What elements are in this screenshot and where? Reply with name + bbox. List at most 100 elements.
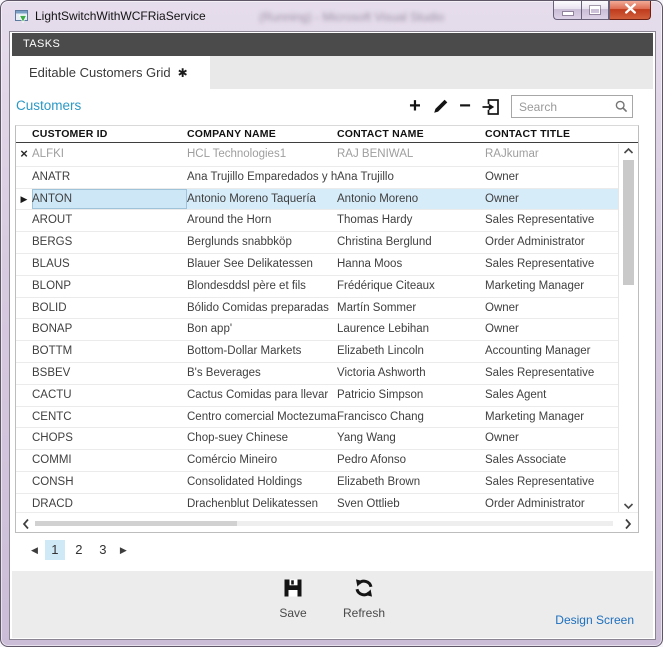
cell-customer-id[interactable]: ANTON	[32, 189, 187, 210]
cell-contact-title[interactable]: Sales Associate	[485, 450, 618, 471]
scroll-right-button[interactable]	[624, 517, 632, 535]
cell-contact-title[interactable]: Owner	[485, 167, 618, 188]
cell-company-name[interactable]: Ana Trujillo Emparedados y he	[187, 167, 337, 188]
cell-company-name[interactable]: Comércio Mineiro	[187, 450, 337, 471]
cell-customer-id[interactable]: ALFKI	[32, 144, 187, 166]
cell-customer-id[interactable]: DRACD	[32, 494, 187, 512]
cell-customer-id[interactable]: CHOPS	[32, 428, 187, 449]
cell-company-name[interactable]: Cactus Comidas para llevar	[187, 385, 337, 406]
cell-company-name[interactable]: Around the Horn	[187, 210, 337, 231]
cell-contact-title[interactable]: Owner	[485, 298, 618, 319]
add-row-button[interactable]: +	[404, 96, 426, 118]
cell-contact-name[interactable]: Thomas Hardy	[337, 210, 485, 231]
cell-customer-id[interactable]: BLAUS	[32, 254, 187, 275]
cell-company-name[interactable]: HCL Technologies1	[187, 144, 337, 166]
page-button[interactable]: 2	[69, 540, 89, 560]
table-row[interactable]: × ALFKI HCL Technologies1 RAJ BENIWAL RA…	[16, 144, 618, 166]
horizontal-scrollbar[interactable]	[16, 512, 638, 532]
refresh-button[interactable]: Refresh	[335, 577, 393, 620]
cell-contact-name[interactable]: Antonio Moreno	[337, 189, 485, 210]
cell-contact-title[interactable]: Sales Representative	[485, 254, 618, 275]
table-row[interactable]: BOTTM Bottom-Dollar Markets Elizabeth Li…	[16, 340, 618, 362]
design-screen-link[interactable]: Design Screen	[555, 613, 634, 627]
cell-company-name[interactable]: Antonio Moreno Taquería	[187, 189, 337, 210]
cell-customer-id[interactable]: CONSH	[32, 472, 187, 493]
cell-contact-title[interactable]: Owner	[485, 189, 618, 210]
cell-customer-id[interactable]: CACTU	[32, 385, 187, 406]
cell-contact-name[interactable]: Elizabeth Brown	[337, 472, 485, 493]
cell-company-name[interactable]: Centro comercial Moctezuma	[187, 407, 337, 428]
cell-contact-title[interactable]: Sales Agent	[485, 385, 618, 406]
cell-contact-title[interactable]: Sales Representative	[485, 363, 618, 384]
previous-page-button[interactable]: ◀	[26, 545, 43, 556]
page-button[interactable]: 1	[45, 540, 65, 560]
cell-company-name[interactable]: Bólido Comidas preparadas	[187, 298, 337, 319]
cell-company-name[interactable]: Consolidated Holdings	[187, 472, 337, 493]
table-row[interactable]: CACTU Cactus Comidas para llevar Patrici…	[16, 384, 618, 406]
cell-contact-title[interactable]: Sales Representative	[485, 472, 618, 493]
table-row[interactable]: CENTC Centro comercial Moctezuma Francis…	[16, 406, 618, 428]
table-row[interactable]: COMMI Comércio Mineiro Pedro Afonso Sale…	[16, 449, 618, 471]
titlebar[interactable]: LightSwitchWithWCFRiaService (Running) -…	[1, 1, 662, 31]
table-row[interactable]: BSBEV B's Beverages Victoria Ashworth Sa…	[16, 362, 618, 384]
cell-contact-name[interactable]: Patricio Simpson	[337, 385, 485, 406]
cell-customer-id[interactable]: BONAP	[32, 319, 187, 340]
cell-contact-name[interactable]: RAJ BENIWAL	[337, 144, 485, 166]
app-icon[interactable]	[14, 8, 30, 24]
cell-contact-name[interactable]: Pedro Afonso	[337, 450, 485, 471]
cell-company-name[interactable]: Bottom-Dollar Markets	[187, 341, 337, 362]
tab-editable-customers-grid[interactable]: Editable Customers Grid✱	[12, 56, 210, 89]
cell-contact-name[interactable]: Laurence Lebihan	[337, 319, 485, 340]
minimize-button[interactable]	[553, 1, 581, 20]
table-row[interactable]: DRACD Drachenblut Delikatessen Sven Ottl…	[16, 493, 618, 512]
cell-contact-title[interactable]: Sales Representative	[485, 210, 618, 231]
table-row[interactable]: BOLID Bólido Comidas preparadas Martín S…	[16, 297, 618, 319]
cell-contact-name[interactable]: Martín Sommer	[337, 298, 485, 319]
horizontal-scroll-track[interactable]	[35, 521, 613, 526]
horizontal-scroll-thumb[interactable]	[35, 521, 237, 526]
cell-company-name[interactable]: Drachenblut Delikatessen	[187, 494, 337, 512]
table-row[interactable]: BERGS Berglunds snabbköp Christina Bergl…	[16, 231, 618, 253]
table-row[interactable]: CONSH Consolidated Holdings Elizabeth Br…	[16, 471, 618, 493]
table-row[interactable]: CHOPS Chop-suey Chinese Yang Wang Owner	[16, 427, 618, 449]
table-row[interactable]: BLAUS Blauer See Delikatessen Hanna Moos…	[16, 253, 618, 275]
cell-contact-title[interactable]: Marketing Manager	[485, 276, 618, 297]
cell-contact-title[interactable]: Marketing Manager	[485, 407, 618, 428]
cell-company-name[interactable]: Chop-suey Chinese	[187, 428, 337, 449]
cell-company-name[interactable]: Blauer See Delikatessen	[187, 254, 337, 275]
page-button[interactable]: 3	[93, 540, 113, 560]
cell-customer-id[interactable]: BSBEV	[32, 363, 187, 384]
cell-company-name[interactable]: B's Beverages	[187, 363, 337, 384]
search-input[interactable]	[511, 95, 633, 118]
cell-customer-id[interactable]: BOTTM	[32, 341, 187, 362]
cell-contact-title[interactable]: Accounting Manager	[485, 341, 618, 362]
cell-contact-name[interactable]: Yang Wang	[337, 428, 485, 449]
scroll-down-button[interactable]	[619, 502, 638, 510]
vertical-scrollbar[interactable]	[618, 144, 638, 512]
cell-contact-title[interactable]: Order Administrator	[485, 232, 618, 253]
cell-customer-id[interactable]: BLONP	[32, 276, 187, 297]
save-button[interactable]: Save	[264, 577, 322, 620]
cell-customer-id[interactable]: COMMI	[32, 450, 187, 471]
scroll-up-button[interactable]	[619, 147, 638, 155]
table-row[interactable]: BLONP Blondesddsl père et fils Frédériqu…	[16, 275, 618, 297]
cell-company-name[interactable]: Blondesddsl père et fils	[187, 276, 337, 297]
vertical-scroll-thumb[interactable]	[623, 160, 634, 285]
table-row[interactable]: ANATR Ana Trujillo Emparedados y he Ana …	[16, 166, 618, 188]
cell-customer-id[interactable]: BERGS	[32, 232, 187, 253]
table-row[interactable]: BONAP Bon app' Laurence Lebihan Owner	[16, 318, 618, 340]
cell-contact-name[interactable]: Ana Trujillo	[337, 167, 485, 188]
table-row[interactable]: AROUT Around the Horn Thomas Hardy Sales…	[16, 209, 618, 231]
cell-contact-name[interactable]: Francisco Chang	[337, 407, 485, 428]
scroll-left-button[interactable]	[22, 517, 30, 535]
delete-row-button[interactable]: −	[454, 96, 476, 118]
cell-contact-name[interactable]: Christina Berglund	[337, 232, 485, 253]
cell-contact-name[interactable]: Elizabeth Lincoln	[337, 341, 485, 362]
cell-contact-name[interactable]: Victoria Ashworth	[337, 363, 485, 384]
edit-row-button[interactable]	[429, 96, 451, 118]
cell-customer-id[interactable]: BOLID	[32, 298, 187, 319]
cell-contact-title[interactable]: Order Administrator	[485, 494, 618, 512]
cell-customer-id[interactable]: ANATR	[32, 167, 187, 188]
cell-contact-name[interactable]: Hanna Moos	[337, 254, 485, 275]
cell-contact-title[interactable]: RAJkumar	[485, 144, 618, 166]
